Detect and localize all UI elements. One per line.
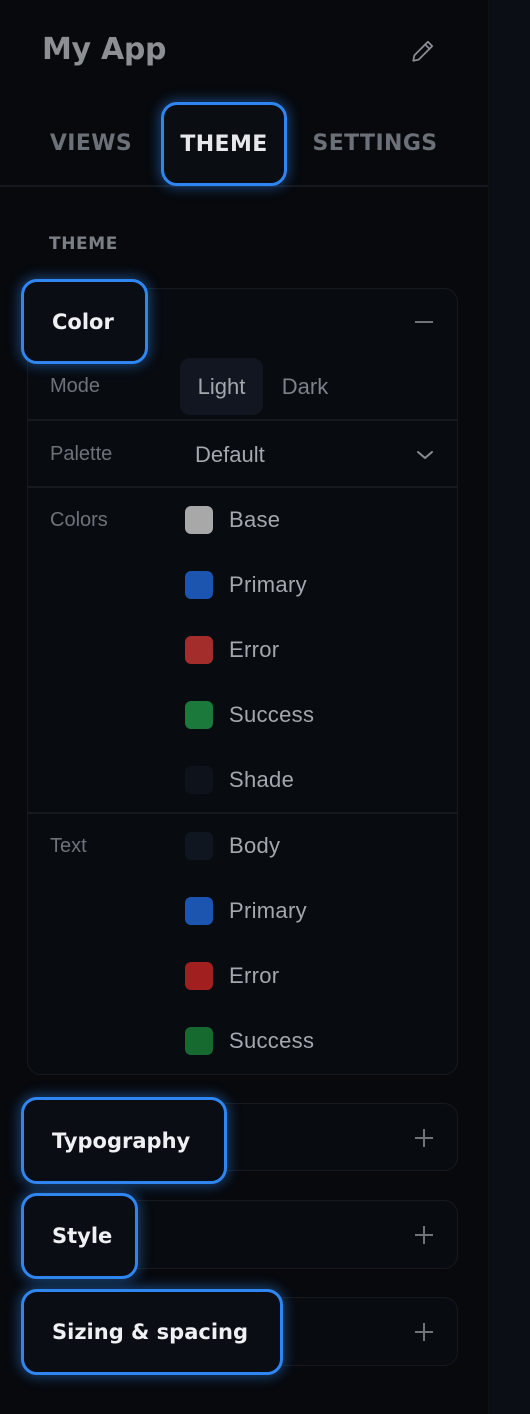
edit-app-name-button[interactable]: [408, 36, 438, 66]
color-swatch-label: Success: [229, 1028, 315, 1053]
minus-icon[interactable]: [408, 306, 440, 338]
sizing-spacing-section-header[interactable]: Sizing & spacing: [21, 1289, 283, 1375]
color-swatch-label: Base: [229, 507, 281, 532]
color-swatch-item[interactable]: Error: [185, 956, 279, 996]
color-swatch-label: Success: [229, 702, 315, 727]
palette-value: Default: [195, 442, 265, 467]
right-pane-edge: [488, 0, 530, 1414]
palette-label: Palette: [50, 443, 113, 465]
color-swatch-item[interactable]: Error: [185, 630, 279, 670]
app-title: My App: [42, 32, 167, 67]
plus-icon[interactable]: [408, 1219, 440, 1251]
plus-icon[interactable]: [408, 1316, 440, 1348]
color-swatch-item[interactable]: Body: [185, 826, 280, 866]
theme-sidebar-panel: My App VIEWS THEME SETTINGS THEME Color …: [0, 0, 488, 1414]
color-swatch-item[interactable]: Success: [185, 695, 314, 735]
tab-settings[interactable]: SETTINGS: [302, 100, 448, 186]
text-label: Text: [50, 835, 87, 857]
divider: [28, 419, 457, 421]
color-swatch-item[interactable]: Base: [185, 500, 280, 540]
mode-label: Mode: [50, 375, 101, 397]
color-swatch-label: Primary: [229, 572, 307, 597]
color-swatch[interactable]: [185, 571, 213, 599]
color-swatch-item[interactable]: Primary: [185, 891, 307, 931]
app-header: My App: [0, 0, 488, 100]
chevron-down-icon: [417, 451, 433, 459]
color-section-header[interactable]: Color: [21, 279, 148, 364]
color-swatch-label: Error: [229, 637, 280, 662]
color-swatch[interactable]: [185, 897, 213, 925]
pencil-icon: [412, 40, 434, 62]
tab-bar: VIEWS THEME SETTINGS: [0, 100, 488, 187]
color-swatch[interactable]: [185, 832, 213, 860]
plus-icon[interactable]: [408, 1122, 440, 1154]
style-section-header[interactable]: Style: [21, 1193, 138, 1279]
color-swatch[interactable]: [185, 766, 213, 794]
color-swatch-label: Body: [229, 833, 281, 858]
mode-dark-option[interactable]: Dark: [270, 358, 340, 415]
color-swatch-item[interactable]: Success: [185, 1021, 314, 1061]
section-label: THEME: [49, 234, 118, 254]
palette-select[interactable]: Default: [180, 430, 442, 480]
color-swatch-label: Primary: [229, 898, 307, 923]
color-swatch[interactable]: [185, 506, 213, 534]
tab-views[interactable]: VIEWS: [40, 100, 142, 186]
typography-section-header[interactable]: Typography: [21, 1097, 227, 1184]
divider: [28, 812, 457, 814]
divider: [28, 486, 457, 488]
color-swatch[interactable]: [185, 1027, 213, 1055]
tab-theme[interactable]: THEME: [161, 102, 287, 186]
color-swatch-label: Shade: [229, 767, 295, 792]
color-swatch[interactable]: [185, 962, 213, 990]
color-swatch[interactable]: [185, 636, 213, 664]
color-swatch-item[interactable]: Primary: [185, 565, 307, 605]
color-swatch-label: Error: [229, 963, 280, 988]
mode-light-option[interactable]: Light: [180, 358, 263, 415]
color-swatch[interactable]: [185, 701, 213, 729]
color-swatch-item[interactable]: Shade: [185, 760, 294, 800]
colors-label: Colors: [50, 509, 108, 531]
